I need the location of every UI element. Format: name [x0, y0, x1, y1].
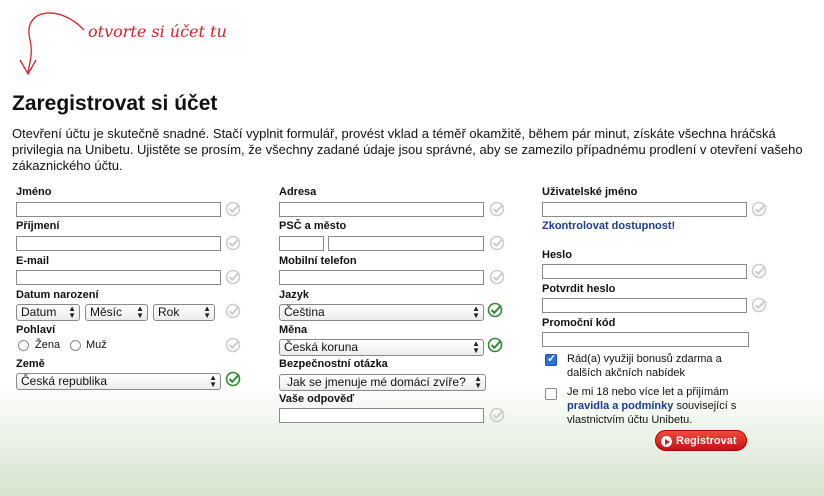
- password-label: Heslo: [542, 249, 572, 261]
- currency-label: Měna: [279, 324, 308, 336]
- valid-check-icon: [489, 269, 505, 285]
- email-label: E-mail: [16, 255, 50, 267]
- terms-link[interactable]: pravidla a podmínky: [567, 400, 673, 412]
- dob-day-select[interactable]: Datum ▲ ▼: [16, 304, 80, 321]
- gender-label: Pohlaví: [16, 324, 56, 336]
- username-input[interactable]: [542, 202, 747, 217]
- currency-select[interactable]: Česká koruna ▲ ▼: [279, 339, 484, 356]
- security-question-value: Jak se jmenuje mé domácí zvíře?: [287, 375, 466, 389]
- confirm-password-input[interactable]: [542, 298, 747, 313]
- gender-female-radio[interactable]: [18, 340, 29, 351]
- register-button-label: Registrovat: [676, 435, 737, 447]
- valid-check-icon: [225, 235, 241, 251]
- address-input[interactable]: [279, 202, 484, 217]
- dob-year-value: Rok: [158, 305, 180, 319]
- email-input[interactable]: [16, 270, 221, 285]
- language-select[interactable]: Čeština ▲ ▼: [279, 304, 484, 321]
- mobile-label: Mobilní telefon: [279, 255, 357, 267]
- answer-input[interactable]: [279, 408, 484, 423]
- valid-check-icon: [751, 297, 767, 313]
- promo-code-input[interactable]: [542, 332, 749, 347]
- dob-month-value: Měsíc: [90, 305, 123, 319]
- valid-check-icon: [489, 407, 505, 423]
- first-name-input[interactable]: [16, 202, 221, 217]
- address-label: Adresa: [279, 186, 317, 198]
- country-select[interactable]: Česká republika ▲ ▼: [16, 373, 221, 390]
- zip-input[interactable]: [279, 236, 324, 251]
- age-terms-text: Je mi 18 nebo více let a přijímám pravid…: [567, 385, 757, 427]
- dob-year-select[interactable]: Rok ▲ ▼: [153, 304, 215, 321]
- updown-icon: ▲ ▼: [203, 304, 211, 320]
- gender-male-label: Muž: [86, 339, 107, 351]
- valid-check-icon: [225, 371, 241, 387]
- dob-label: Datum narození: [16, 289, 99, 301]
- username-label: Uživatelské jméno: [542, 186, 638, 198]
- updown-icon: ▲ ▼: [68, 304, 76, 320]
- bonus-checkbox[interactable]: [545, 352, 557, 366]
- valid-check-icon: [487, 337, 503, 353]
- answer-label: Vaše odpověď: [279, 393, 355, 405]
- city-input[interactable]: [328, 236, 484, 251]
- hint-text: otvorte si účet tu: [88, 22, 227, 41]
- currency-value: Česká koruna: [284, 340, 359, 354]
- intro-text: Otevření účtu je skutečně snadné. Stačí …: [12, 126, 803, 173]
- age-terms-checkbox[interactable]: [545, 388, 557, 400]
- password-input[interactable]: [542, 264, 747, 279]
- register-button[interactable]: Registrovat: [655, 430, 747, 451]
- security-question-label: Bezpečnostní otázka: [279, 358, 388, 370]
- valid-check-icon: [225, 269, 241, 285]
- last-name-input[interactable]: [16, 236, 221, 251]
- zip-city-label: PSČ a město: [279, 220, 347, 232]
- updown-icon: ▲ ▼: [472, 304, 480, 320]
- country-value: Česká republika: [21, 374, 108, 388]
- valid-check-icon: [225, 201, 241, 217]
- valid-check-icon: [487, 302, 503, 318]
- valid-check-icon: [225, 337, 241, 353]
- valid-check-icon: [489, 235, 505, 251]
- language-value: Čeština: [284, 305, 325, 319]
- page-title: Zaregistrovat si účet: [12, 92, 218, 115]
- hint-callout: otvorte si účet tu: [0, 0, 260, 80]
- security-question-select[interactable]: Jak se jmenuje mé domácí zvíře? ▲ ▼: [279, 374, 486, 391]
- language-label: Jazyk: [279, 289, 309, 301]
- first-name-label: Jméno: [16, 186, 52, 198]
- updown-icon: ▲ ▼: [209, 373, 217, 389]
- updown-icon: ▲ ▼: [136, 304, 144, 320]
- age-text-part1: Je mi 18 nebo více let a přijímám: [567, 386, 729, 398]
- dob-day-value: Datum: [21, 305, 57, 319]
- gender-male-radio[interactable]: [70, 340, 81, 351]
- confirm-password-label: Potvrdit heslo: [542, 283, 616, 295]
- mobile-input[interactable]: [279, 270, 484, 285]
- check-availability-link[interactable]: Zkontrolovat dostupnost!: [542, 220, 675, 232]
- promo-code-label: Promoční kód: [542, 317, 616, 329]
- valid-check-icon: [225, 303, 241, 319]
- valid-check-icon: [751, 263, 767, 279]
- valid-check-icon: [751, 201, 767, 217]
- gender-female-label: Žena: [35, 339, 61, 351]
- bonus-text: Rád(a) využiji bonusů zdarma a dalších a…: [567, 353, 722, 379]
- country-label: Země: [16, 358, 45, 370]
- updown-icon: ▲ ▼: [472, 339, 480, 355]
- valid-check-icon: [489, 201, 505, 217]
- updown-icon: ▲ ▼: [474, 374, 482, 390]
- dob-month-select[interactable]: Měsíc ▲ ▼: [85, 304, 148, 321]
- play-icon: [661, 436, 672, 447]
- last-name-label: Příjmení: [16, 220, 60, 232]
